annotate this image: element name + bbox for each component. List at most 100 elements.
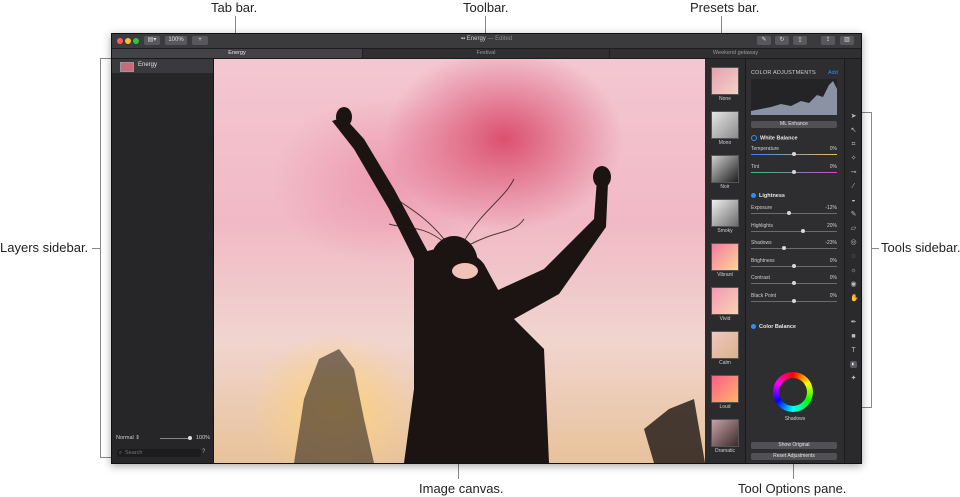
edit-button[interactable]: ✎ (757, 36, 771, 45)
preset-item[interactable]: Dramatic (711, 419, 739, 454)
inspector-toggle-button[interactable]: ▥ (840, 36, 854, 45)
callout-layers-sidebar: Layers sidebar. (0, 240, 89, 255)
pen-icon[interactable]: ✒ (850, 319, 857, 326)
slider-knob[interactable] (792, 281, 796, 285)
param-value[interactable]: 0% (830, 164, 837, 170)
page-icon: ▯ (798, 37, 802, 43)
sun-icon[interactable]: ☼ (850, 267, 857, 274)
eyedropper-icon[interactable]: ⊸ (850, 169, 857, 176)
help-icon[interactable]: ? (202, 449, 205, 455)
opacity-slider[interactable] (160, 436, 192, 440)
slider-knob[interactable] (792, 152, 796, 156)
toggle-dot-icon[interactable] (751, 135, 757, 141)
share-button[interactable]: ⇪ (821, 36, 835, 45)
slider-knob[interactable] (792, 298, 796, 303)
blend-mode-select[interactable]: Normal ⇕ (116, 435, 140, 441)
adjustment-param: Highlights 20% (751, 223, 837, 235)
color-wheel[interactable] (773, 372, 813, 412)
document-button[interactable]: ▯ (793, 36, 807, 45)
param-label: Tint (751, 164, 760, 170)
reset-adjustments-button[interactable]: Reset Adjustments (751, 453, 837, 460)
toggle-dot-icon[interactable] (751, 324, 756, 330)
lightness-header[interactable]: Lightness (751, 193, 785, 199)
clone-icon[interactable]: ◎ (850, 239, 857, 246)
magic-icon[interactable]: ✦ (850, 375, 857, 382)
layer-name: Energy (138, 62, 158, 68)
slider-knob[interactable] (188, 436, 192, 440)
arrange-button[interactable]: ↻ (775, 36, 789, 45)
slider-knob[interactable] (781, 246, 786, 250)
color-balance-header[interactable]: Color Balance (751, 324, 796, 330)
param-label: Black Point (751, 292, 777, 299)
brush-icon[interactable]: ⁄ (850, 183, 857, 190)
preset-thumbnail (711, 287, 739, 315)
preset-item[interactable]: Vibrant (711, 243, 739, 278)
tab-energy[interactable]: Energy (112, 49, 363, 58)
hand-icon[interactable]: ✋ (850, 295, 859, 302)
callout-bracket (100, 58, 101, 458)
tool-options-pane: COLOR ADJUSTMENTS Add ML Enhance White B… (746, 59, 844, 463)
adjustment-param: Shadows -23% (751, 240, 837, 252)
toggle-dot-icon[interactable] (751, 193, 756, 199)
param-slider[interactable] (751, 248, 837, 249)
ml-enhance-button[interactable]: ML Enhance (751, 121, 837, 128)
callout-bracket (871, 112, 872, 408)
param-label: Contrast (751, 275, 770, 281)
preset-thumbnail (711, 243, 739, 271)
preset-item[interactable]: Mono (711, 111, 739, 146)
adjustment-param: Contrast 0% (751, 275, 837, 287)
param-slider[interactable] (751, 230, 837, 232)
blur-icon[interactable]: ◌ (850, 253, 857, 260)
red-eye-icon[interactable]: ◉ (850, 281, 857, 288)
param-value[interactable]: 0% (830, 293, 837, 299)
white-balance-header[interactable]: White Balance (751, 135, 798, 141)
tab-festival[interactable]: Festival (363, 49, 610, 58)
param-value[interactable]: -12% (825, 205, 837, 211)
share-icon: ⇪ (825, 37, 831, 43)
color-balance-title: Color Balance (759, 324, 796, 330)
preset-item[interactable]: Loud (711, 375, 739, 410)
tab-weekend-getaway[interactable]: Weekend getaway (610, 49, 861, 58)
param-value[interactable]: 0% (830, 146, 837, 152)
slider-knob[interactable] (792, 170, 796, 174)
callout-line (871, 248, 879, 249)
preset-item[interactable]: Vivid (711, 287, 739, 322)
crop-icon[interactable]: ⌗ (850, 141, 857, 148)
param-value[interactable]: 0% (830, 258, 837, 264)
param-label: Highlights (751, 222, 773, 229)
preset-thumbnail (711, 331, 739, 359)
param-slider[interactable] (751, 213, 837, 214)
preset-item[interactable]: None (711, 67, 739, 102)
preset-label: Noir (720, 184, 730, 190)
rotate-icon: ↻ (779, 37, 785, 43)
slider-knob[interactable] (800, 228, 805, 233)
select-icon[interactable]: ↖ (850, 127, 857, 134)
wand-icon[interactable]: ✧ (850, 155, 857, 162)
arrow-icon[interactable]: ➤ (850, 113, 857, 120)
slider-knob[interactable] (792, 263, 796, 268)
show-original-button[interactable]: Show Original (751, 442, 837, 449)
param-label: Exposure (751, 205, 773, 211)
shape-icon[interactable]: ■ (850, 333, 857, 340)
add-adjustment-button[interactable]: Add (828, 70, 838, 76)
image-canvas[interactable] (214, 59, 705, 463)
param-value[interactable]: 20% (827, 223, 837, 229)
options-title: COLOR ADJUSTMENTS (751, 70, 816, 76)
text-icon[interactable]: T (850, 347, 857, 354)
preset-item[interactable]: Calm (711, 331, 739, 366)
lightness-title: Lightness (759, 193, 785, 199)
preset-item[interactable]: Smoky (711, 199, 739, 234)
layer-item[interactable]: Energy (112, 59, 213, 73)
preset-item[interactable]: Noir (711, 155, 739, 190)
pencil-icon[interactable]: ✎ (850, 211, 857, 218)
toolbar: ▤▾ 100% + ▪▪ Energy — Edited ✎ ↻ ▯ ⇪ ▥ (112, 34, 861, 49)
callout-tools-sidebar: Tools sidebar. (881, 240, 960, 255)
preset-thumbnail (711, 375, 739, 403)
layer-search-input[interactable]: ⌕ Search (117, 449, 201, 457)
color-adjust-icon[interactable]: ◐ (850, 361, 857, 368)
bucket-icon[interactable]: ◒ (850, 197, 857, 204)
eraser-icon[interactable]: ▱ (850, 225, 857, 232)
slider-knob[interactable] (786, 211, 791, 215)
param-value[interactable]: -23% (825, 240, 837, 246)
param-value[interactable]: 0% (830, 275, 837, 281)
